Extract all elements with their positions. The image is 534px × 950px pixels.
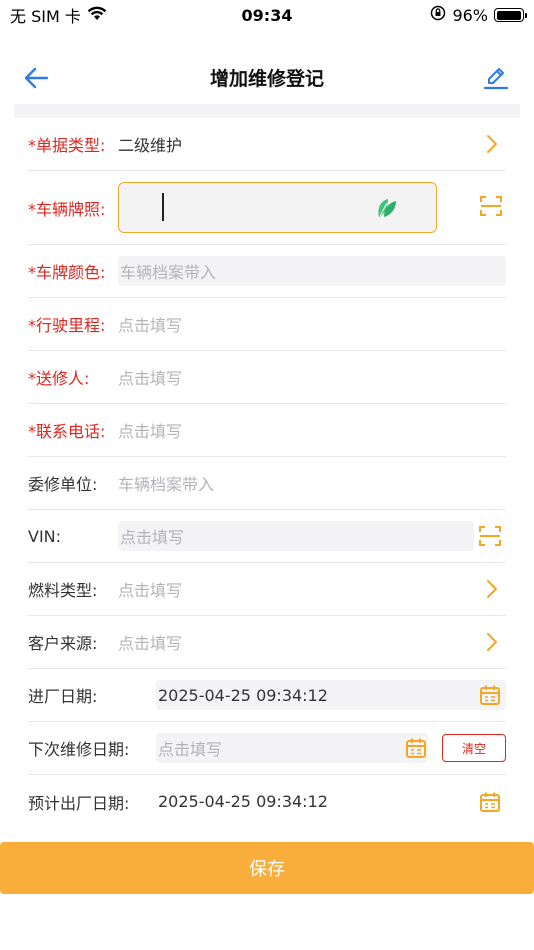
chevron-right-icon[interactable] (484, 577, 500, 601)
plate-color-placeholder: 车辆档案带入 (120, 263, 217, 282)
unit-label: 委修单位: (28, 475, 98, 494)
exit-date-value: 2025-04-25 09:34:12 (158, 792, 328, 811)
plate-label: *车辆牌照: (28, 199, 106, 219)
unit-row: 委修单位: 车辆档案带入 (28, 457, 506, 510)
edit-button[interactable] (480, 62, 512, 94)
clear-button[interactable]: 清空 (442, 734, 506, 762)
phone-row[interactable]: *联系电话: 点击填写 (28, 404, 506, 457)
battery-percent: 96% (452, 5, 488, 25)
scan-icon[interactable] (480, 195, 502, 221)
next-date-placeholder: 点击填写 (158, 740, 223, 759)
battery-fill (496, 10, 521, 20)
text-caret (162, 193, 164, 221)
orientation-lock-icon (430, 5, 446, 25)
fuel-placeholder: 点击填写 (118, 581, 183, 600)
source-placeholder: 点击填写 (118, 634, 183, 653)
chevron-right-icon[interactable] (484, 630, 500, 654)
phone-label: *联系电话: (28, 422, 106, 441)
fuel-label: 燃料类型: (28, 581, 98, 600)
mileage-label: *行驶里程: (28, 316, 106, 335)
new-energy-leaf-icon[interactable] (376, 195, 398, 223)
scan-icon[interactable] (478, 524, 502, 548)
plate-input[interactable] (118, 182, 437, 233)
plate-color-label: *车牌颜色: (28, 263, 106, 282)
phone-placeholder: 点击填写 (118, 422, 183, 441)
fuel-row[interactable]: 燃料类型: 点击填写 (28, 563, 506, 616)
mileage-placeholder: 点击填写 (118, 316, 183, 335)
entry-date-row: 进厂日期: 2025-04-25 09:34:12 (28, 669, 506, 722)
carrier-label: 无 SIM 卡 (10, 7, 81, 26)
doc-type-row[interactable]: *单据类型: 二级维护 (28, 118, 506, 171)
calendar-icon[interactable] (478, 683, 502, 707)
next-date-label: 下次维修日期: (28, 740, 130, 759)
exit-date-label: 预计出厂日期: (28, 793, 130, 813)
entry-date-label: 进厂日期: (28, 687, 98, 706)
sender-row[interactable]: *送修人: 点击填写 (28, 351, 506, 404)
exit-date-field[interactable]: 2025-04-25 09:34:12 (156, 787, 506, 817)
pencil-icon (483, 68, 509, 90)
mileage-row[interactable]: *行驶里程: 点击填写 (28, 298, 506, 351)
doc-type-value: 二级维护 (118, 136, 183, 155)
exit-date-row: 预计出厂日期: 2025-04-25 09:34:12 (28, 775, 506, 828)
chevron-right-icon[interactable] (484, 132, 500, 156)
battery-icon (494, 8, 527, 22)
plate-row: *车辆牌照: (28, 171, 506, 245)
source-label: 客户来源: (28, 634, 98, 653)
arrow-left-icon (24, 67, 49, 89)
vin-field[interactable]: 点击填写 (118, 521, 474, 551)
plate-color-field[interactable]: 车辆档案带入 (118, 256, 506, 286)
plate-color-row: *车牌颜色: 车辆档案带入 (28, 245, 506, 298)
nav-bar: 增加维修登记 (0, 48, 534, 106)
next-date-row: 下次维修日期: 点击填写 清空 (28, 722, 506, 775)
source-row[interactable]: 客户来源: 点击填写 (28, 616, 506, 669)
status-bar: 无 SIM 卡 09:34 96% (0, 0, 534, 30)
entry-date-field[interactable]: 2025-04-25 09:34:12 (156, 680, 506, 710)
calendar-icon[interactable] (478, 790, 502, 814)
unit-placeholder: 车辆档案带入 (118, 475, 215, 494)
back-button[interactable] (20, 62, 52, 94)
calendar-icon[interactable] (404, 736, 428, 760)
status-right: 96% (430, 5, 527, 25)
doc-type-label: *单据类型: (28, 136, 106, 155)
repair-form: *单据类型: 二级维护 *车辆牌照: *车牌颜色: 车辆档案带入 *行驶里程: … (14, 118, 520, 828)
next-date-field[interactable]: 点击填写 (156, 733, 428, 763)
save-button[interactable]: 保存 (0, 842, 534, 894)
vin-row: VIN: 点击填写 (28, 510, 506, 563)
sender-placeholder: 点击填写 (118, 369, 183, 388)
entry-date-value: 2025-04-25 09:34:12 (158, 685, 328, 705)
vin-placeholder: 点击填写 (120, 528, 185, 547)
sender-label: *送修人: (28, 369, 90, 388)
wifi-icon (87, 6, 107, 25)
vin-label: VIN: (28, 526, 62, 546)
page-title: 增加维修登记 (209, 67, 324, 90)
status-left: 无 SIM 卡 (10, 3, 107, 27)
